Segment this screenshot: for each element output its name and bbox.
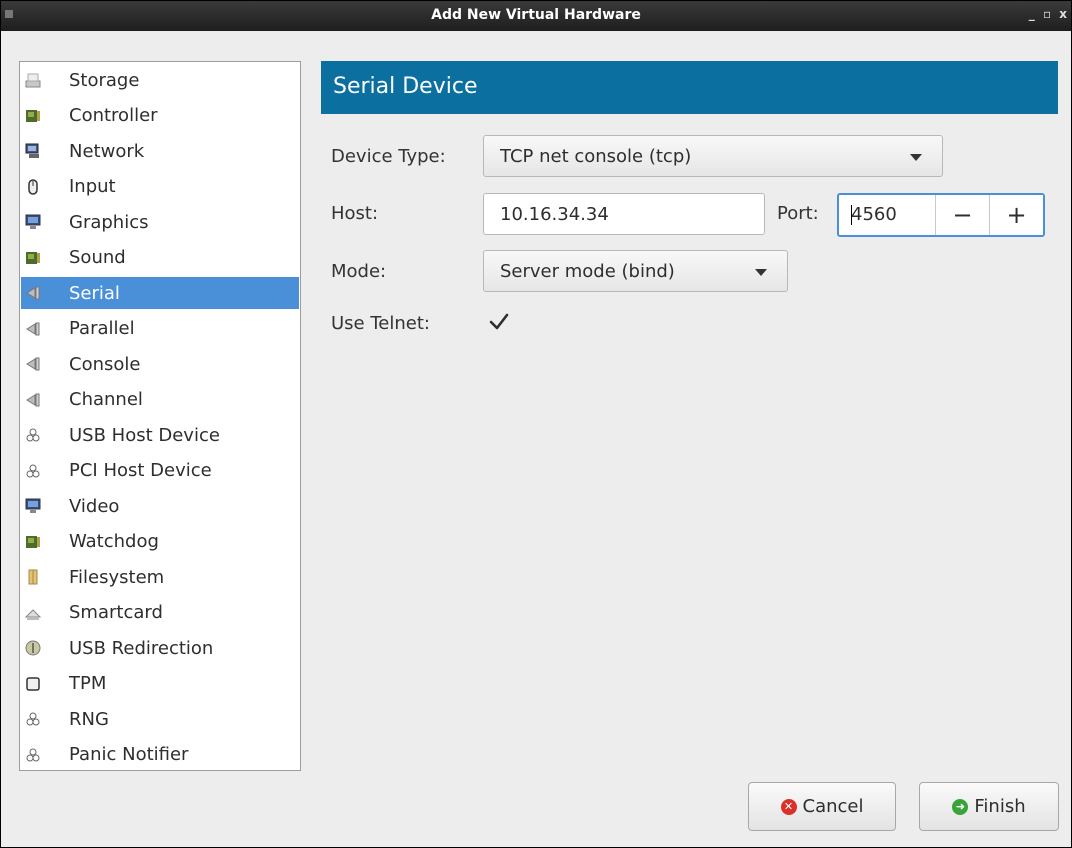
cancel-button-label: Cancel	[802, 796, 864, 817]
port-increment-button[interactable]: +	[989, 195, 1043, 235]
hardware-item-smartcard[interactable]: Smartcard	[21, 597, 299, 629]
hardware-item-video[interactable]: Video	[21, 490, 299, 522]
device-type-value: TCP net console (tcp)	[500, 146, 692, 167]
sound-card-icon	[25, 250, 41, 266]
hardware-item-label: Graphics	[69, 211, 149, 233]
hardware-item-label: Sound	[69, 247, 126, 268]
host-label: Host:	[331, 203, 379, 224]
hardware-item-label: RNG	[69, 708, 109, 730]
hardware-item-label: Video	[69, 495, 120, 517]
title-bar[interactable]: Add New Virtual Hardware _ ▫ x	[1, 1, 1071, 31]
hardware-item-label: Filesystem	[69, 566, 165, 588]
use-telnet-checkbox[interactable]	[486, 309, 512, 335]
section-header: Serial Device	[321, 61, 1058, 114]
hardware-item-rng[interactable]: RNG	[21, 703, 299, 735]
finish-button[interactable]: ➜ Finish	[919, 782, 1059, 831]
controller-icon	[25, 108, 41, 124]
add-hardware-dialog: Add New Virtual Hardware _ ▫ x Storage Co…	[0, 0, 1072, 848]
network-icon	[25, 143, 41, 159]
cancel-button[interactable]: ✕ Cancel	[748, 782, 896, 831]
chevron-down-icon	[910, 154, 922, 161]
mode-value: Server mode (bind)	[500, 261, 675, 282]
hardware-item-label: USB Host Device	[69, 424, 220, 446]
hardware-item-label: Watchdog	[69, 531, 159, 552]
hardware-item-label: Console	[69, 353, 141, 375]
channel-port-icon	[25, 392, 41, 408]
hardware-item-label: USB Redirection	[69, 637, 214, 659]
hardware-item-controller[interactable]: Controller	[21, 100, 299, 132]
hardware-item-filesystem[interactable]: Filesystem	[21, 561, 299, 593]
text-cursor	[851, 205, 852, 225]
hardware-item-label: PCI Host Device	[69, 460, 212, 481]
port-spinbutton[interactable]: 4560 − +	[837, 193, 1045, 237]
hardware-item-input[interactable]: Input	[21, 171, 299, 203]
hardware-item-watchdog[interactable]: Watchdog	[21, 526, 299, 558]
host-value: 10.16.34.34	[500, 204, 609, 225]
hardware-item-label: Parallel	[69, 318, 135, 339]
hardware-item-label: Input	[69, 176, 116, 197]
section-title: Serial Device	[333, 74, 478, 99]
mode-dropdown[interactable]: Server mode (bind)	[483, 250, 788, 292]
hardware-item-channel[interactable]: Channel	[21, 384, 299, 416]
hardware-item-pci-host-device[interactable]: PCI Host Device	[21, 455, 299, 487]
serial-port-icon	[25, 285, 41, 301]
mouse-icon	[25, 178, 41, 195]
usb-redirection-icon	[25, 640, 41, 656]
rng-icon	[25, 711, 41, 727]
hardware-item-tpm[interactable]: TPM	[21, 668, 299, 700]
checkmark-icon	[489, 313, 509, 330]
use-telnet-label: Use Telnet:	[331, 313, 430, 334]
finish-icon: ➜	[952, 798, 969, 815]
window-controls[interactable]: _ ▫ x	[1029, 7, 1069, 21]
hardware-item-label: Controller	[69, 105, 158, 126]
hardware-item-label: Smartcard	[69, 602, 163, 623]
monitor-icon	[25, 214, 41, 230]
finish-button-label: Finish	[974, 796, 1026, 817]
hardware-item-graphics[interactable]: Graphics	[21, 206, 299, 238]
hardware-item-parallel[interactable]: Parallel	[21, 313, 299, 345]
device-type-label: Device Type:	[331, 146, 446, 167]
port-decrement-button[interactable]: −	[935, 195, 989, 235]
usb-device-icon	[25, 427, 41, 443]
port-value: 4560	[851, 204, 897, 225]
hardware-item-usb-redirection[interactable]: USB Redirection	[21, 632, 299, 664]
chevron-down-icon	[755, 269, 767, 276]
hardware-item-usb-host-device[interactable]: USB Host Device	[21, 419, 299, 451]
video-icon	[25, 498, 41, 514]
hardware-item-serial[interactable]: Serial	[21, 277, 299, 309]
pci-device-icon	[25, 463, 41, 479]
hardware-item-panic-notifier[interactable]: Panic Notifier	[21, 739, 299, 771]
panic-notifier-icon	[25, 747, 41, 763]
hardware-item-label: Serial	[69, 282, 120, 304]
host-input[interactable]: 10.16.34.34	[483, 193, 765, 235]
smartcard-icon	[25, 605, 41, 621]
storage-icon	[25, 72, 41, 88]
hardware-item-console[interactable]: Console	[21, 348, 299, 380]
hardware-item-storage[interactable]: Storage	[21, 64, 299, 96]
hardware-item-label: Panic Notifier	[69, 744, 189, 765]
mode-label: Mode:	[331, 261, 387, 282]
device-type-dropdown[interactable]: TCP net console (tcp)	[483, 135, 943, 177]
parallel-port-icon	[25, 321, 41, 337]
port-label: Port:	[777, 203, 819, 224]
tpm-chip-icon	[25, 676, 41, 692]
hardware-item-label: TPM	[69, 673, 107, 694]
hardware-item-label: Network	[69, 140, 145, 162]
cancel-icon: ✕	[780, 798, 797, 815]
hardware-item-sound[interactable]: Sound	[21, 242, 299, 274]
window-title: Add New Virtual Hardware	[431, 7, 641, 23]
console-port-icon	[25, 356, 41, 372]
hardware-item-label: Storage	[69, 69, 140, 91]
filesystem-icon	[25, 569, 41, 585]
hardware-item-label: Channel	[69, 389, 143, 410]
hardware-type-list[interactable]: Storage Controller Network Input Graphics Sou…	[19, 61, 301, 771]
watchdog-icon	[25, 534, 41, 550]
hardware-item-network[interactable]: Network	[21, 135, 299, 167]
